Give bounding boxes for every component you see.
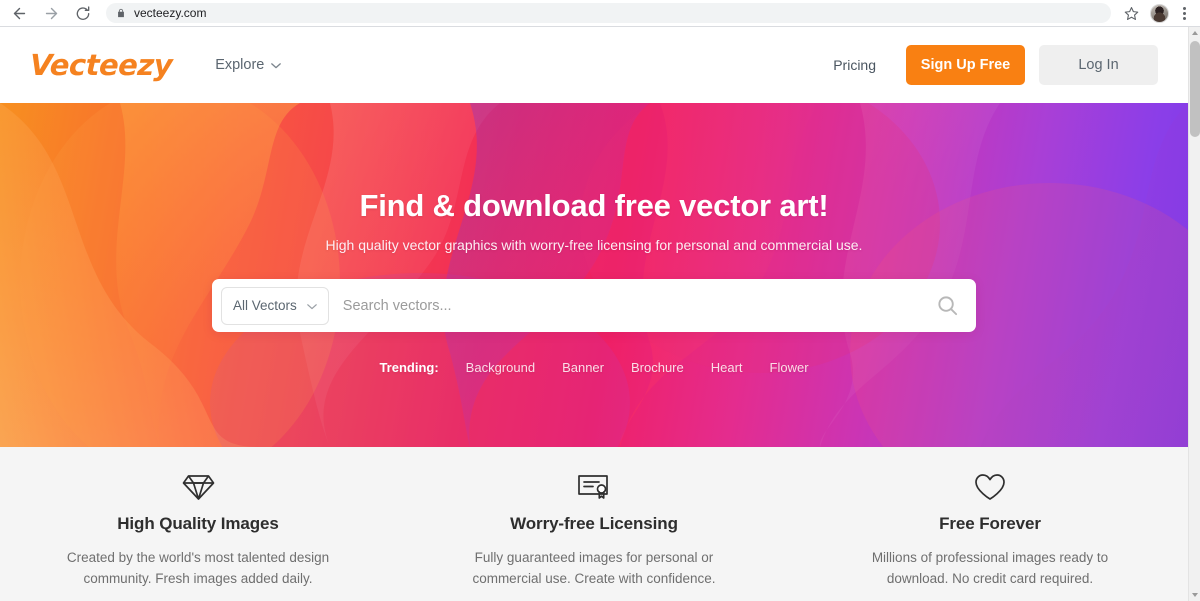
scrollbar-thumb[interactable] — [1190, 41, 1200, 137]
site-header: Vecteezy Explore Pricing Sign Up Free Lo… — [0, 27, 1188, 103]
chevron-down-icon — [306, 298, 317, 313]
nav-item-explore[interactable]: Explore — [215, 57, 282, 73]
explore-label: Explore — [215, 57, 265, 73]
feature-description: Fully guaranteed images for personal or … — [472, 550, 716, 586]
star-icon[interactable] — [1119, 1, 1143, 25]
feature-title: Free Forever — [939, 514, 1041, 533]
browser-toolbar: vecteezy.com — [0, 0, 1200, 27]
trending-link-flower[interactable]: Flower — [770, 360, 809, 375]
search-input[interactable] — [328, 279, 926, 332]
url-text: vecteezy.com — [134, 6, 207, 20]
feature-title: High Quality Images — [117, 514, 279, 533]
trending-link-brochure[interactable]: Brochure — [631, 360, 684, 375]
trending-link-heart[interactable]: Heart — [711, 360, 743, 375]
category-label: All Vectors — [233, 298, 297, 313]
heart-icon — [974, 469, 1006, 505]
browser-actions — [1119, 1, 1200, 25]
feature-title: Worry-free Licensing — [510, 514, 678, 533]
feature-description: Created by the world's most talented des… — [66, 550, 330, 586]
trending-links: Trending: Background Banner Brochure Hea… — [379, 360, 808, 375]
back-button[interactable] — [6, 0, 32, 26]
page-title: Find & download free vector art! — [359, 188, 829, 223]
avatar[interactable] — [1150, 3, 1169, 23]
feature-free-forever: Free Forever Millions of professional im… — [792, 469, 1188, 601]
diamond-icon — [182, 469, 215, 505]
trending-link-background[interactable]: Background — [466, 360, 535, 375]
address-bar[interactable]: vecteezy.com — [106, 3, 1111, 23]
reload-button[interactable] — [70, 0, 96, 26]
log-in-button[interactable]: Log In — [1039, 45, 1158, 85]
nav-item-pricing[interactable]: Pricing — [833, 57, 876, 73]
hero-section: Find & download free vector art! High qu… — [0, 103, 1188, 447]
page-subtitle: High quality vector graphics with worry-… — [325, 237, 863, 253]
forward-button[interactable] — [38, 0, 64, 26]
page-scrollbar[interactable] — [1188, 27, 1200, 601]
chevron-down-icon — [271, 57, 282, 73]
three-dots-icon[interactable] — [1176, 6, 1192, 20]
scroll-up-arrow[interactable] — [1189, 27, 1200, 39]
page-viewport: Vecteezy Explore Pricing Sign Up Free Lo… — [0, 27, 1200, 601]
lock-icon — [116, 7, 126, 19]
web-page: Vecteezy Explore Pricing Sign Up Free Lo… — [0, 27, 1188, 601]
category-dropdown[interactable]: All Vectors — [221, 286, 329, 325]
site-logo[interactable]: Vecteezy — [29, 48, 172, 82]
search-bar: All Vectors — [212, 279, 976, 332]
features-section: High Quality Images Created by the world… — [0, 447, 1188, 601]
sign-up-free-button[interactable]: Sign Up Free — [906, 45, 1025, 85]
search-icon[interactable] — [926, 285, 968, 327]
scroll-down-arrow[interactable] — [1189, 589, 1200, 601]
hero-content: Find & download free vector art! High qu… — [0, 103, 1188, 447]
feature-description: Millions of professional images ready to… — [871, 550, 1109, 586]
trending-label: Trending: — [379, 360, 439, 375]
header-actions: Pricing Sign Up Free Log In — [833, 45, 1158, 85]
feature-worry-free-licensing: Worry-free Licensing Fully guaranteed im… — [396, 469, 792, 601]
trending-link-banner[interactable]: Banner — [562, 360, 604, 375]
certificate-icon — [577, 469, 611, 505]
feature-high-quality-images: High Quality Images Created by the world… — [0, 469, 396, 601]
